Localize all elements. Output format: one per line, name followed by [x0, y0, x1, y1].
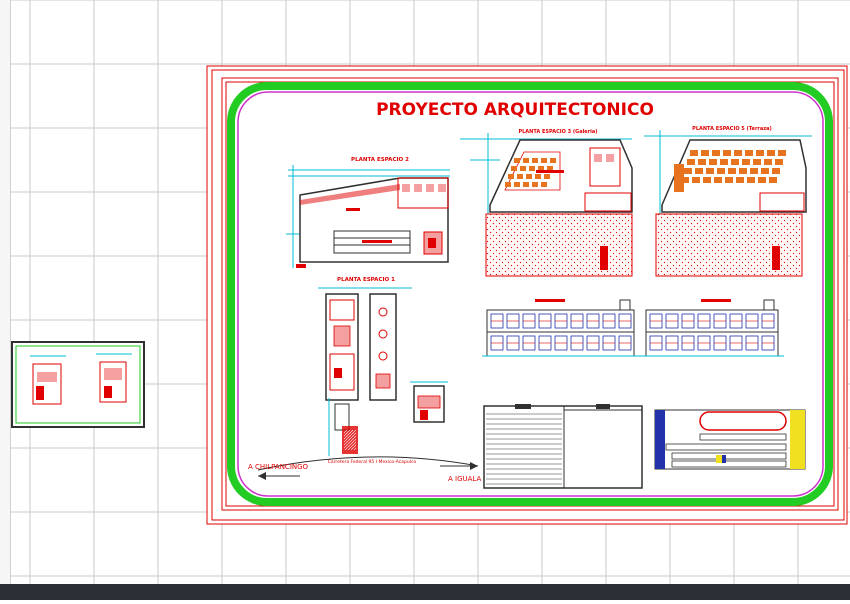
plan-label-1: PLANTA ESPACIO 1: [337, 277, 395, 283]
viewport-thumbnail[interactable]: [11, 341, 145, 428]
road-left-label: A CHILPANCINGO: [248, 463, 309, 471]
plan-label-2: PLANTA ESPACIO 2: [351, 157, 409, 163]
road-center-label: Carretera Federal 95 I Mexico-Acapulco: [328, 459, 417, 465]
plan-label-5: PLANTA ESPACIO 5 (Terraza): [692, 126, 772, 132]
data-table-block: [483, 404, 643, 489]
sheet-title: PROYECTO ARQUITECTONICO: [376, 100, 654, 120]
drawing-area[interactable]: PROYECTO ARQUITECTONICO PLANTA ESPACIO 2…: [0, 0, 850, 600]
cad-canvas[interactable]: PROYECTO ARQUITECTONICO PLANTA ESPACIO 2…: [0, 0, 850, 600]
plan-label-3: PLANTA ESPACIO 3 (Galeria): [518, 129, 597, 135]
road-right-label: A IGUALA: [448, 475, 481, 483]
status-bar: [0, 584, 850, 600]
left-ruler: [0, 0, 11, 584]
title-block: [654, 409, 806, 470]
